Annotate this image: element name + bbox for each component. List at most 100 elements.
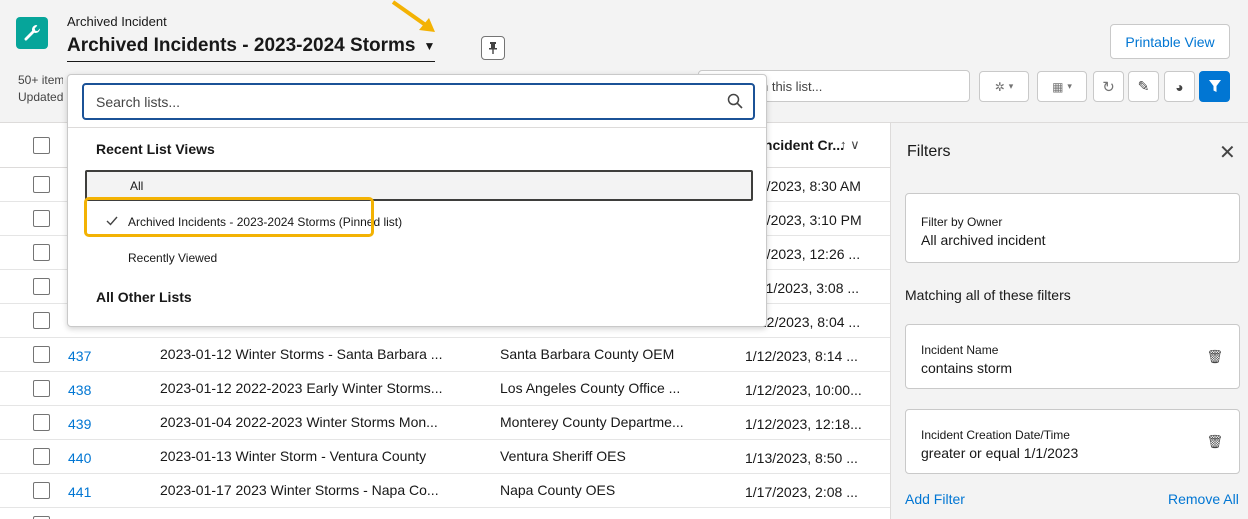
incident-number-link[interactable]: 441 [68,484,91,500]
agency-name: Napa County OES [500,482,616,498]
search-lists-placeholder: Search lists... [96,93,181,110]
checkmark-icon [106,215,118,229]
incident-name: 2023-01-04 2022-2023 Winter Storms Mon..… [160,414,438,430]
filter-incident-name[interactable]: Incident Name contains storm 🗑 [905,324,1240,389]
incident-name: 2023-01-17 2023 Winter Storms - Napa Co.… [160,482,439,498]
table-row: 441 2023-01-17 2023 Winter Storms - Napa … [0,474,890,508]
chevron-down-icon: ▾ [1067,81,1072,91]
incident-number-link[interactable]: 440 [68,450,91,466]
list-option-archived-incidents[interactable]: Archived Incidents - 2023-2024 Storms (P… [85,206,753,237]
incident-name: 2023-01-13 Winter Storm - Ventura County [160,448,427,464]
row-checkbox[interactable] [33,346,50,363]
row-checkbox[interactable] [33,448,50,465]
chevron-down-icon: ▾ [1008,81,1014,91]
row-checkbox[interactable] [33,414,50,431]
pin-icon [489,42,497,54]
matching-label: Matching all of these filters [905,287,1071,303]
list-view-dropdown: Search lists... Recent List Views All Ar… [67,74,767,327]
table-row: 4422023-01-18 2023 Winter Storms - Mono … [0,508,890,519]
row-checkbox[interactable] [33,278,50,295]
row-checkbox[interactable] [33,380,50,397]
created-date: 1/12/2023, 8:14 ... [745,348,858,364]
search-icon [727,93,743,112]
list-meta: 50+ items Updated [18,72,63,106]
refresh-icon: ↻ [1102,78,1115,96]
created-date: 1/13/2023, 8:50 ... [745,450,858,466]
charts-button[interactable]: ◕ [1164,71,1195,102]
table-row: 437 2023-01-12 Winter Storms - Santa Barb… [0,338,890,372]
agency-name: Ventura Sheriff OES [500,448,626,464]
sort-indicator[interactable]: ↑ ∨ [840,137,860,153]
incident-number-link[interactable]: 437 [68,348,91,364]
row-checkbox[interactable] [33,176,50,193]
list-option-label: Archived Incidents - 2023-2024 Storms (P… [128,214,403,229]
filters-panel: Filters ✕ Filter by Owner All archived i… [890,123,1248,519]
filter-label: Incident Name [921,343,999,357]
list-option-recently-viewed[interactable]: Recently Viewed [85,242,753,273]
filter-value: greater or equal 1/1/2023 [921,445,1079,461]
agency-name: Los Angeles County Office ... [500,380,681,396]
filter-icon [1208,80,1221,92]
created-date: /4/2023, 8:30 AM [755,178,861,194]
search-lists-input[interactable]: Search lists... [82,83,755,120]
trash-icon[interactable]: 🗑 [1206,349,1223,365]
created-date: 1/12/2023, 10:00... [745,382,862,398]
filter-button[interactable] [1199,71,1230,102]
row-checkbox[interactable] [33,482,50,499]
filter-label: Incident Creation Date/Time [921,428,1070,442]
incident-name: 2023-01-12 Winter Storms - Santa Barbara… [160,346,443,362]
list-settings-button[interactable]: ✲ ▾ [979,71,1029,102]
table-row: 439 2023-01-04 2022-2023 Winter Storms Mo… [0,406,890,440]
add-filter-link[interactable]: Add Filter [905,491,965,507]
created-date: /11/2023, 3:08 ... [755,280,860,296]
incident-name: 2023-01-12 2022-2023 Early Winter Storms… [160,380,443,396]
wrench-icon [16,17,48,49]
created-date: 1/17/2023, 2:08 ... [745,484,858,500]
row-checkbox[interactable] [33,244,50,261]
table-row: 440 2023-01-13 Winter Storm - Ventura Cou… [0,440,890,474]
row-checkbox[interactable] [33,210,50,227]
filter-label: Filter by Owner [921,215,1003,229]
divider [68,127,766,128]
trash-icon[interactable]: 🗑 [1206,434,1223,450]
filter-by-owner[interactable]: Filter by Owner All archived incident [905,193,1240,263]
incident-number-link[interactable]: 438 [68,382,91,398]
remove-all-link[interactable]: Remove All [1168,491,1239,507]
section-recent-list-views: Recent List Views [96,141,215,157]
list-view-switcher[interactable]: Archived Incidents - 2023-2024 Storms ▼ [67,35,436,62]
refresh-button[interactable]: ↻ [1093,71,1124,102]
gear-icon: ✲ [994,79,1005,94]
display-as-button[interactable]: ▦ ▾ [1037,71,1087,102]
pencil-icon: ✎ [1137,78,1150,94]
edit-button[interactable]: ✎ [1128,71,1159,102]
list-option-label: Recently Viewed [128,250,218,265]
created-date: 1/12/2023, 12:18... [745,416,862,432]
agency-name: Monterey County Departme... [500,414,684,430]
incident-number-link[interactable]: 439 [68,416,91,432]
agency-name: Santa Barbara County OEM [500,346,675,362]
list-title: Archived Incidents - 2023-2024 Storms [67,35,416,56]
updated-text: Updated [18,90,63,104]
table-row: 438 2023-01-12 2022-2023 Early Winter Sto… [0,372,890,406]
table-icon: ▦ [1052,79,1064,94]
filter-creation-date[interactable]: Incident Creation Date/Time greater or e… [905,409,1240,474]
filter-value: contains storm [921,360,1013,376]
pie-chart-icon: ◕ [1175,78,1184,95]
filters-title: Filters [907,143,951,160]
item-count: 50+ items [18,73,63,87]
caret-down-icon: ▼ [423,39,436,53]
printable-view-button[interactable]: Printable View [1110,24,1230,59]
created-date: /12/2023, 8:04 ... [755,314,861,330]
filter-value: All archived incident [921,232,1046,248]
select-all-checkbox[interactable] [33,137,50,154]
list-option-label: All [130,178,144,193]
list-option-all[interactable]: All [85,170,753,201]
section-all-other-lists: All Other Lists [96,289,192,305]
created-date: /7/2023, 12:26 ... [755,246,861,262]
row-checkbox[interactable] [33,312,50,329]
pin-button[interactable] [481,36,505,60]
created-date: /4/2023, 3:10 PM [755,212,862,228]
column-header-created[interactable]: Incident Cr... [760,137,844,153]
object-label: Archived Incident [67,14,167,29]
close-icon[interactable]: ✕ [1219,140,1236,165]
